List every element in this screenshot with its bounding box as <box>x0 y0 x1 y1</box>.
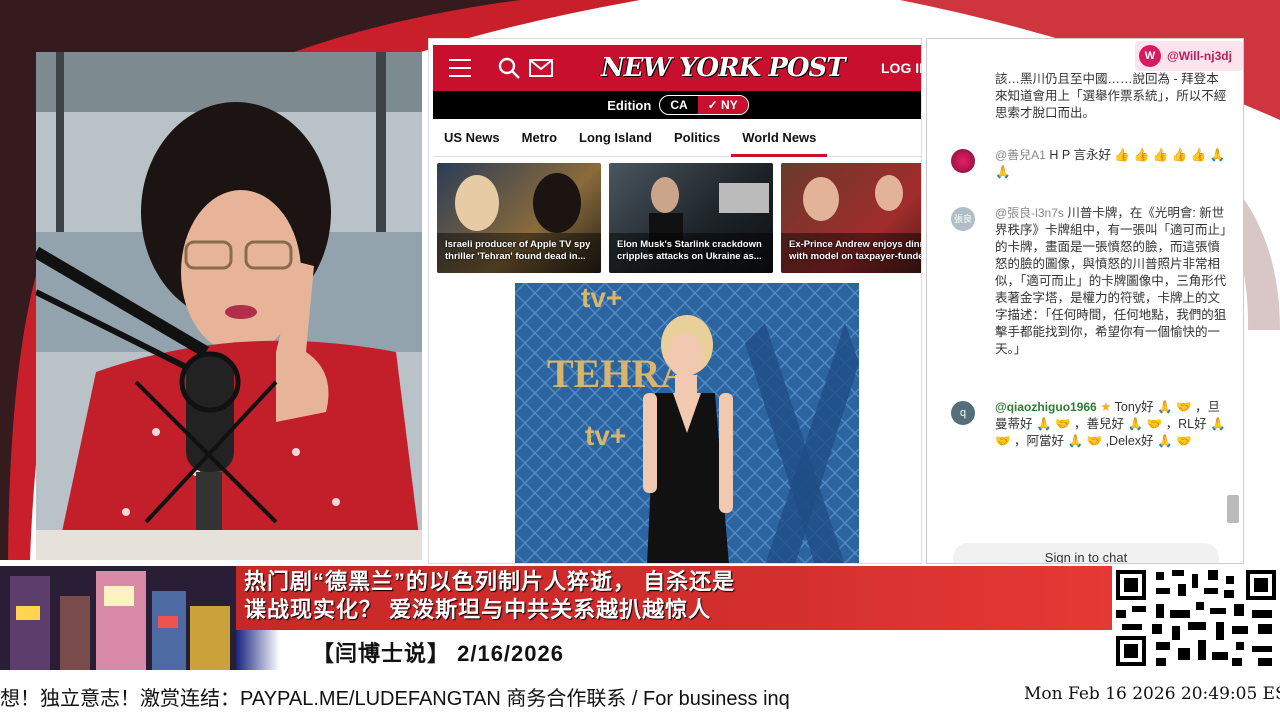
hero-image[interactable]: tv+ TEHRA tv+ <box>515 283 859 563</box>
show-title-date: 【闫博士说】 2/16/2026 <box>312 641 564 666</box>
chat-message-text: 川普卡牌，在《光明會: 新世界秩序》卡牌組中，有一張叫「適可而止」的卡牌，畫面是… <box>995 206 1227 356</box>
chat-author[interactable]: @張良-l3n7s <box>995 206 1064 220</box>
news-browser-window: NEW YORK POST LOG IN Edition CA ✓ NY US … <box>428 38 922 564</box>
story-title: Israeli producer of Apple TV spy thrille… <box>445 239 591 262</box>
stream-frame: NEW YORK POST LOG IN Edition CA ✓ NY US … <box>0 0 1280 720</box>
moderator-star-icon: ★ <box>1100 400 1112 414</box>
edition-ny-label: NY <box>721 98 738 112</box>
story-card[interactable]: Elon Musk's Starlink crackdown cripples … <box>609 163 773 273</box>
chat-author[interactable]: @善兒A1 <box>995 148 1046 162</box>
current-user-name: @Will-nj3dj <box>1167 49 1232 63</box>
headline-line-2: 谍战现实化？ 爱泼斯坦与中共关系越扒越惊人 <box>244 597 712 622</box>
edition-ca[interactable]: CA <box>660 96 697 114</box>
qr-code-icon <box>1112 566 1280 670</box>
nav-metro[interactable]: Metro <box>511 119 568 157</box>
current-user-badge[interactable]: W @Will-nj3dj <box>1135 41 1243 71</box>
ticker-text: 想！独立意志！激赏连结：PAYPAL.ME/LUDEFANGTAN 商务合作联系… <box>0 688 790 710</box>
chat-message: q @qiaozhiguo1966 ★ Tony好 🙏 🤝 ，旦曼蒂好 🙏 🤝 … <box>951 399 1229 450</box>
nypost-header: NEW YORK POST LOG IN <box>433 45 921 91</box>
section-nav: US News Metro Long Island Politics World… <box>433 119 921 157</box>
nav-world-news[interactable]: World News <box>731 119 828 157</box>
login-link[interactable]: LOG IN <box>881 60 921 76</box>
mail-icon[interactable] <box>529 59 553 77</box>
edition-label: Edition <box>607 97 652 113</box>
chat-scrollbar[interactable] <box>1227 495 1239 523</box>
clock: Mon Feb 16 2026 20:49:05 EST <box>1018 684 1280 704</box>
chat-avatar: 張良 <box>951 207 975 231</box>
edition-ny[interactable]: ✓ NY <box>697 96 748 114</box>
chat-message: 張良 @張良-l3n7s 川普卡牌，在《光明會: 新世界秩序》卡牌組中，有一張叫… <box>951 205 1229 358</box>
subtitle-banner: 【闫博士说】 2/16/2026 <box>236 630 1112 670</box>
story-title: Elon Musk's Starlink crackdown cripples … <box>617 239 762 262</box>
host-video-image <box>36 52 422 560</box>
sign-in-to-chat-button[interactable]: Sign in to chat <box>953 543 1219 563</box>
story-card[interactable]: Ex-Prince Andrew enjoys dinner with mode… <box>781 163 921 273</box>
bottom-ticker: 想！独立意志！激赏连结：PAYPAL.ME/LUDEFANGTAN 商务合作联系… <box>0 670 1280 720</box>
story-card[interactable]: Israeli producer of Apple TV spy thrille… <box>437 163 601 273</box>
nypost-logo[interactable]: NEW YORK POST <box>601 53 846 83</box>
live-chat-panel: W @Will-nj3dj 該…黑川仍且至中國……說回為 - 拜登本來知道會用上… <box>926 38 1244 564</box>
webcam-feed <box>36 52 422 560</box>
hamburger-menu-icon[interactable] <box>449 59 471 77</box>
headline-line-1: 热门剧“德黑兰”的以色列制片人猝逝， 自杀还是 <box>244 569 736 594</box>
user-avatar: W <box>1139 45 1161 67</box>
edition-bar: Edition CA ✓ NY <box>433 91 921 119</box>
hero-brand-text-2: tv+ <box>585 420 626 451</box>
nav-long-island[interactable]: Long Island <box>568 119 663 157</box>
qr-code[interactable] <box>1112 566 1280 670</box>
nav-us-news[interactable]: US News <box>433 119 511 157</box>
story-title: Ex-Prince Andrew enjoys dinner with mode… <box>789 239 921 262</box>
chat-author[interactable]: @qiaozhiguo1966 <box>995 400 1097 414</box>
city-night-image <box>0 566 236 670</box>
chat-message: @善兒A1 H P 言永好 👍 👍 👍 👍 👍 🙏 🙏 <box>951 147 1229 181</box>
headline-banner: 热门剧“德黑兰”的以色列制片人猝逝， 自杀还是 谍战现实化？ 爱泼斯坦与中共关系… <box>236 566 1112 630</box>
chat-avatar: q <box>951 401 975 425</box>
chat-message-text: 該…黑川仍且至中國……說回為 - 拜登本來知道會用上「選舉作票系統」，所以不經思… <box>995 72 1227 120</box>
search-icon[interactable] <box>497 56 521 80</box>
edition-toggle[interactable]: CA ✓ NY <box>659 95 749 115</box>
story-cards: Israeli producer of Apple TV spy thrille… <box>437 163 921 273</box>
chat-avatar <box>951 149 975 173</box>
hero-brand-text: tv+ <box>581 283 622 313</box>
city-photo <box>0 566 236 670</box>
nav-politics[interactable]: Politics <box>663 119 731 157</box>
hero-photo: tv+ TEHRA tv+ <box>515 283 859 563</box>
chat-message: 該…黑川仍且至中國……說回為 - 拜登本來知道會用上「選舉作票系統」，所以不經思… <box>951 71 1229 122</box>
check-icon: ✓ <box>707 98 722 112</box>
